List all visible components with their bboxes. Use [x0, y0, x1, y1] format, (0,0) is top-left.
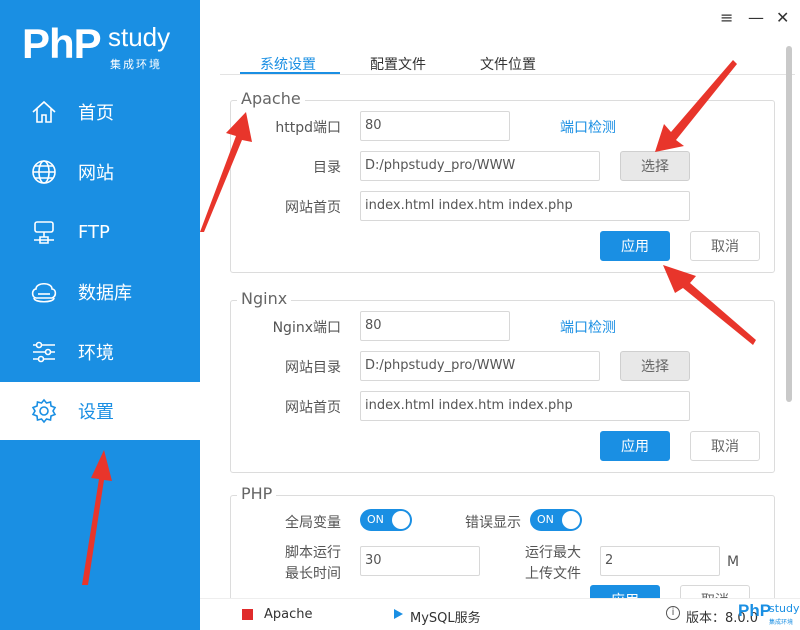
status-mysql[interactable]: MySQL服务	[410, 607, 481, 626]
close-icon[interactable]: ✕	[776, 8, 789, 27]
status-bar: Apache MySQL服务 i 版本：8.0.0 PhP study 集成环境	[200, 598, 800, 630]
logo-tagline: 集成环境	[110, 58, 162, 71]
tab-file-locations[interactable]: 文件位置	[480, 54, 536, 74]
apache-group: Apache httpd端口 80 端口检测 目录 D:/phpstudy_pr…	[230, 89, 775, 273]
nginx-port-input[interactable]: 80	[360, 311, 510, 341]
sidebar-item-label: 首页	[78, 103, 114, 124]
sidebar-item-settings[interactable]: 设置	[0, 382, 200, 440]
max-upload-label-line2: 上传文件	[525, 566, 581, 582]
max-upload-label-line1: 运行最大	[525, 545, 581, 561]
nginx-cancel-button[interactable]: 取消	[690, 431, 760, 461]
sidebar-item-database[interactable]: 数据库	[0, 262, 200, 322]
nginx-dir-input[interactable]: D:/phpstudy_pro/WWW	[360, 351, 600, 381]
apache-port-input[interactable]: 80	[360, 111, 510, 141]
sidebar-item-ftp[interactable]: FTP	[0, 202, 200, 262]
nginx-port-check-link[interactable]: 端口检测	[560, 317, 616, 337]
statusbar-logo-tagline: 集成环境	[769, 619, 794, 626]
error-display-label: 错误显示	[465, 515, 521, 531]
sidebar-item-label: 环境	[78, 343, 114, 364]
statusbar-logo-php: PhP	[738, 601, 772, 620]
mysql-start-icon[interactable]	[394, 609, 403, 619]
php-apply-button[interactable]: 应用	[590, 585, 660, 598]
tab-divider	[220, 74, 795, 75]
sidebar-item-label: 数据库	[78, 283, 132, 304]
status-apache[interactable]: Apache	[264, 607, 313, 622]
nginx-group-title: Nginx	[237, 289, 292, 308]
tab-config-files[interactable]: 配置文件	[370, 54, 426, 74]
nginx-port-label: Nginx端口	[272, 320, 341, 336]
php-cancel-button[interactable]: 取消	[680, 585, 750, 598]
max-exec-time-input[interactable]: 30	[360, 546, 480, 576]
minimize-icon[interactable]: —	[748, 8, 764, 27]
tab-active-underline	[240, 72, 340, 74]
error-display-toggle[interactable]: ON	[530, 509, 582, 531]
sidebar-item-website[interactable]: 网站	[0, 142, 200, 202]
apache-port-check-link[interactable]: 端口检测	[560, 117, 616, 137]
apache-index-input[interactable]: index.html index.htm index.php	[360, 191, 690, 221]
nginx-index-input[interactable]: index.html index.htm index.php	[360, 391, 690, 421]
apache-cancel-button[interactable]: 取消	[690, 231, 760, 261]
max-upload-unit: M	[727, 554, 740, 570]
global-vars-label: 全局变量	[285, 515, 341, 531]
tab-system-settings[interactable]: 系统设置	[260, 54, 316, 74]
sidebar-item-label: FTP	[78, 221, 110, 243]
nginx-dir-label: 网站目录	[285, 360, 341, 376]
window-controls: ≡ — ✕	[700, 0, 800, 38]
max-upload-input[interactable]: 2	[600, 546, 720, 576]
settings-panel: 系统设置 配置文件 文件位置 Apache httpd端口 80 端口检测 目录…	[200, 38, 800, 598]
global-vars-toggle[interactable]: ON	[360, 509, 412, 531]
nginx-group: Nginx Nginx端口 80 端口检测 网站目录 D:/phpstudy_p…	[230, 289, 775, 473]
home-icon	[30, 98, 58, 126]
logo-php-text: PhP	[22, 20, 102, 67]
database-icon	[30, 278, 58, 306]
nginx-index-label: 网站首页	[285, 400, 341, 416]
menu-icon[interactable]: ≡	[720, 8, 733, 27]
sidebar-item-home[interactable]: 首页	[0, 82, 200, 142]
apache-index-label: 网站首页	[285, 200, 341, 216]
sliders-icon	[30, 338, 58, 366]
max-exec-label-line2: 最长时间	[285, 566, 341, 582]
nginx-choose-button[interactable]: 选择	[620, 351, 690, 381]
sidebar-nav: 首页 网站 FTP 数据库 环境 设置	[0, 82, 200, 440]
vertical-scrollbar[interactable]	[786, 46, 792, 402]
max-exec-label-line1: 脚本运行	[285, 545, 341, 561]
apache-group-title: Apache	[237, 89, 305, 108]
apache-choose-button[interactable]: 选择	[620, 151, 690, 181]
ftp-icon	[30, 218, 58, 246]
apache-dir-input[interactable]: D:/phpstudy_pro/WWW	[360, 151, 600, 181]
apache-port-label: httpd端口	[275, 120, 341, 136]
globe-icon	[30, 158, 58, 186]
sidebar-item-environment[interactable]: 环境	[0, 322, 200, 382]
info-icon: i	[666, 606, 680, 620]
app-logo: PhP study 集成环境	[22, 20, 170, 71]
apache-apply-button[interactable]: 应用	[600, 231, 670, 261]
sidebar-item-label: 设置	[78, 402, 114, 423]
php-group: PHP 全局变量 ON 错误显示 ON 脚本运行 最长时间 30 运行最大 上传…	[230, 484, 775, 598]
sidebar-item-label: 网站	[78, 163, 114, 184]
nginx-apply-button[interactable]: 应用	[600, 431, 670, 461]
statusbar-logo-study: study	[769, 602, 800, 615]
statusbar-logo: PhP study 集成环境	[738, 601, 800, 626]
gear-icon	[30, 397, 58, 425]
sidebar: PhP study 集成环境 首页 网站 FTP 数据库 环境 设置	[0, 0, 200, 630]
php-group-title: PHP	[237, 484, 277, 503]
apache-stop-icon[interactable]	[242, 609, 253, 620]
apache-dir-label: 目录	[313, 160, 341, 176]
logo-study-text: study	[108, 22, 171, 52]
